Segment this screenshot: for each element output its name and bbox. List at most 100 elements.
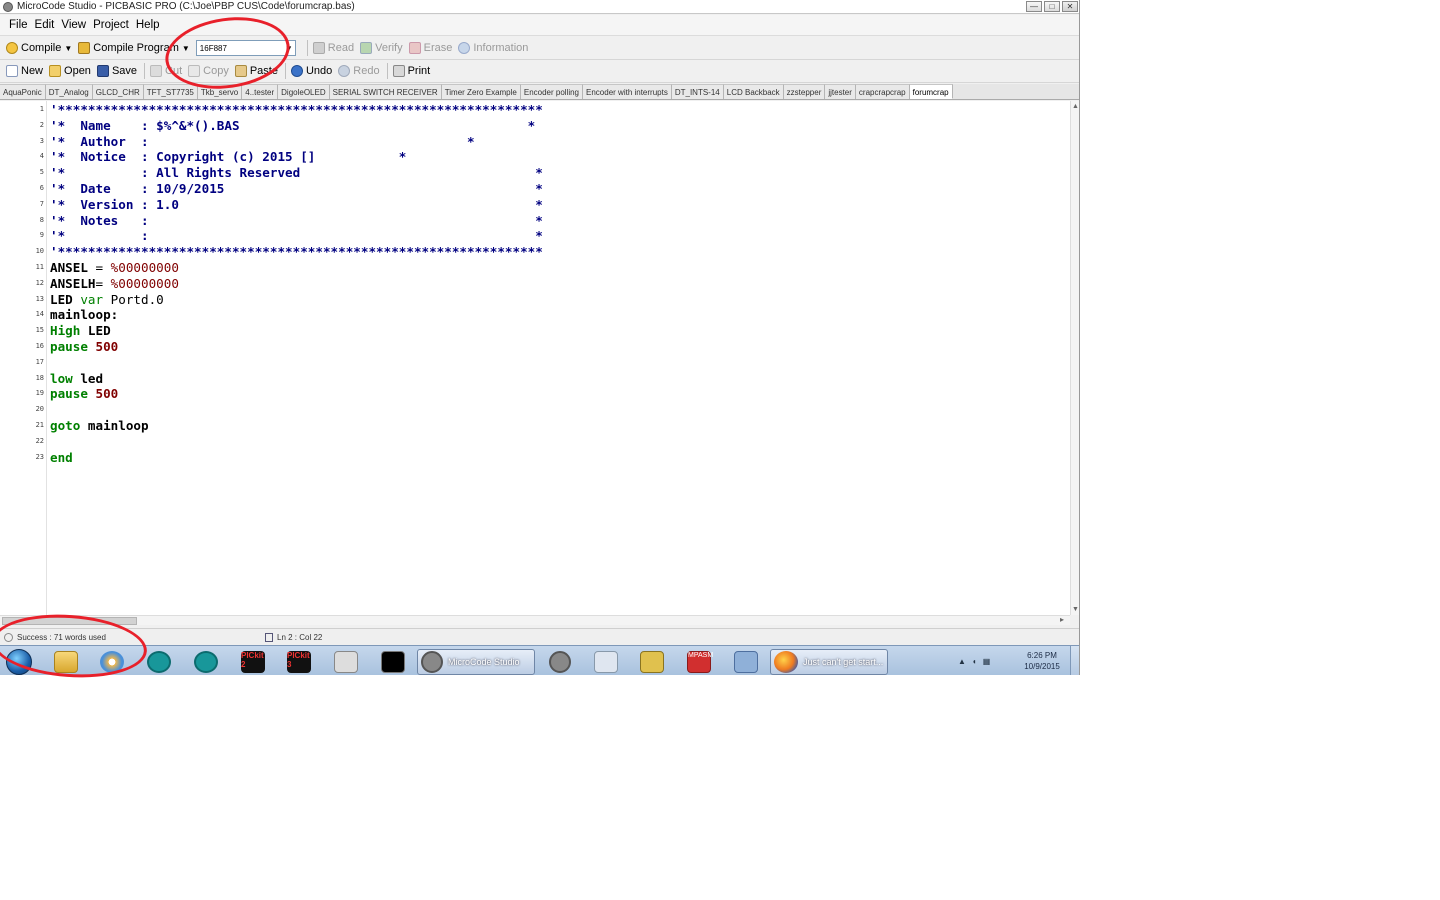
pinned-paint[interactable] bbox=[98, 649, 126, 674]
horizontal-scrollbar[interactable]: ▸ bbox=[0, 615, 1070, 625]
network-icon[interactable]: ▦ bbox=[983, 657, 991, 666]
document-icon bbox=[265, 632, 273, 642]
tab-item[interactable]: DT_Analog bbox=[45, 84, 93, 99]
cut-button[interactable]: Cut bbox=[150, 65, 182, 77]
tab-item[interactable]: crapcrapcrap bbox=[855, 84, 910, 99]
taskbar-firefox[interactable]: Just can't get start... bbox=[770, 649, 888, 675]
undo-button[interactable]: Undo bbox=[290, 65, 333, 77]
code-line: end bbox=[50, 450, 73, 465]
menu-file[interactable]: File bbox=[9, 19, 28, 31]
code-line: '* Notes : * bbox=[50, 213, 543, 228]
compile-label: Compile bbox=[21, 42, 62, 54]
tab-item[interactable]: GLCD_CHR bbox=[92, 84, 144, 99]
minimize-button[interactable]: — bbox=[1026, 1, 1042, 12]
menu-edit[interactable]: Edit bbox=[35, 19, 55, 31]
show-desktop-button[interactable] bbox=[1070, 646, 1079, 675]
taskbar-microcode-studio[interactable]: MicroCode Studio bbox=[417, 649, 535, 675]
pinned-hardware[interactable] bbox=[638, 649, 666, 674]
scrollbar-thumb[interactable] bbox=[2, 617, 137, 625]
tab-item[interactable]: AquaPonic bbox=[0, 84, 46, 99]
pinned-pickit3[interactable]: PICkit 3 bbox=[285, 649, 313, 674]
code-line: '* : * bbox=[50, 228, 543, 243]
printer-icon bbox=[392, 65, 405, 77]
tab-item[interactable]: zzstepper bbox=[783, 84, 826, 99]
erase-button[interactable]: Erase bbox=[408, 42, 452, 54]
microcode-studio-window: MicroCode Studio - PICBASIC PRO (C:\Joe\… bbox=[0, 0, 1080, 675]
toolbar-separator bbox=[306, 40, 308, 56]
menu-help[interactable]: Help bbox=[136, 19, 160, 31]
taskbar-clock[interactable]: 6:26 PM 10/9/2015 bbox=[1018, 650, 1066, 672]
chevron-down-icon[interactable]: ▼ bbox=[64, 44, 72, 53]
print-button[interactable]: Print bbox=[392, 65, 430, 77]
vertical-scrollbar[interactable]: ▲ ▼ bbox=[1070, 101, 1079, 615]
pinned-pickit2[interactable]: PICkit 2 bbox=[239, 649, 267, 674]
code-token: '* Notes : * bbox=[50, 212, 543, 228]
new-button[interactable]: New bbox=[6, 65, 43, 77]
line-number: 3 bbox=[39, 136, 44, 145]
verify-button[interactable]: Verify bbox=[360, 42, 403, 54]
paste-button[interactable]: Paste bbox=[234, 65, 278, 77]
code-token: ANSEL bbox=[50, 260, 88, 275]
pickit2-icon: PICkit 2 bbox=[241, 650, 265, 673]
pinned-cmd[interactable] bbox=[379, 649, 407, 674]
code-line: High LED bbox=[50, 323, 111, 338]
pinned-notes[interactable] bbox=[732, 649, 760, 674]
tab-item[interactable]: forumcrap bbox=[909, 84, 953, 99]
pinned-arduino-2[interactable] bbox=[192, 649, 220, 674]
code-token: High bbox=[50, 323, 81, 339]
line-number: 18 bbox=[35, 373, 44, 382]
compile-button[interactable]: Compile ▼ bbox=[6, 42, 72, 54]
code-line: '* Notice : Copyright (c) 2015 [] * bbox=[50, 149, 406, 164]
tab-item[interactable]: Tkb_servo bbox=[197, 84, 243, 99]
open-button[interactable]: Open bbox=[49, 65, 91, 77]
scroll-right-icon[interactable]: ▸ bbox=[1060, 615, 1064, 624]
save-button[interactable]: Save bbox=[96, 65, 137, 77]
pinned-tools[interactable] bbox=[332, 649, 360, 674]
menu-project[interactable]: Project bbox=[93, 19, 129, 31]
tab-item[interactable]: 4..tester bbox=[242, 84, 279, 99]
redo-button[interactable]: Redo bbox=[338, 65, 380, 77]
pinned-mpasm[interactable]: MPASM bbox=[685, 649, 713, 674]
tab-item[interactable]: DigoleOLED bbox=[278, 84, 330, 99]
close-button[interactable]: ✕ bbox=[1062, 1, 1078, 12]
notebook-icon bbox=[734, 650, 758, 673]
code-line: low led bbox=[50, 371, 103, 386]
paste-icon bbox=[234, 65, 247, 77]
tab-item[interactable]: DT_INTS-14 bbox=[671, 84, 724, 99]
code-token: '* Notice : Copyright (c) 2015 [] * bbox=[50, 149, 407, 165]
tab-item[interactable]: SERIAL SWITCH RECEIVER bbox=[329, 84, 442, 99]
pinned-microcode[interactable] bbox=[546, 649, 574, 674]
code-token: = bbox=[95, 275, 111, 291]
copy-label: Copy bbox=[203, 65, 229, 77]
device-select[interactable]: 16F887 ▼ bbox=[195, 40, 296, 56]
tab-item[interactable]: LCD Backback bbox=[723, 84, 784, 99]
menu-view[interactable]: View bbox=[61, 19, 86, 31]
compile-program-button[interactable]: Compile Program ▼ bbox=[78, 42, 190, 54]
speaker-icon[interactable]: ◖ bbox=[972, 657, 977, 666]
copy-button[interactable]: Copy bbox=[188, 65, 229, 77]
arduino-icon bbox=[147, 650, 171, 673]
tab-item[interactable]: Encoder polling bbox=[520, 84, 584, 99]
code-editor[interactable]: 1 2 3 4 5 6 7 8 9 10 11 12 13 14 15 16 17 18 19 20 21 22 23 '*… bbox=[0, 101, 1070, 615]
code-line: '* Date : 10/9/2015 * bbox=[50, 181, 543, 196]
tray-expand-icon[interactable]: ▲ bbox=[958, 657, 966, 666]
undo-label: Undo bbox=[305, 65, 333, 77]
pinned-calculator[interactable] bbox=[592, 649, 620, 674]
maximize-button[interactable]: □ bbox=[1044, 1, 1060, 12]
chevron-down-icon[interactable]: ▼ bbox=[182, 44, 190, 53]
code-token: pause bbox=[50, 386, 88, 402]
scroll-down-icon[interactable]: ▼ bbox=[1072, 606, 1079, 613]
tab-item[interactable]: Encoder with interrupts bbox=[583, 84, 672, 99]
line-number: 10 bbox=[35, 247, 44, 256]
scroll-up-icon[interactable]: ▲ bbox=[1072, 103, 1079, 110]
status-bar: Success : 71 words used Ln 2 : Col 22 bbox=[0, 628, 1079, 645]
status-message: Success : 71 words used bbox=[17, 632, 106, 642]
read-button[interactable]: Read bbox=[312, 42, 354, 54]
pinned-explorer[interactable] bbox=[52, 649, 80, 674]
tab-item[interactable]: TFT_ST7735 bbox=[143, 84, 198, 99]
tab-item[interactable]: jjtester bbox=[825, 84, 856, 99]
tab-item[interactable]: Timer Zero Example bbox=[441, 84, 521, 99]
information-button[interactable]: Information bbox=[458, 42, 528, 54]
start-button[interactable] bbox=[4, 648, 34, 675]
pinned-arduino-1[interactable] bbox=[145, 649, 173, 674]
